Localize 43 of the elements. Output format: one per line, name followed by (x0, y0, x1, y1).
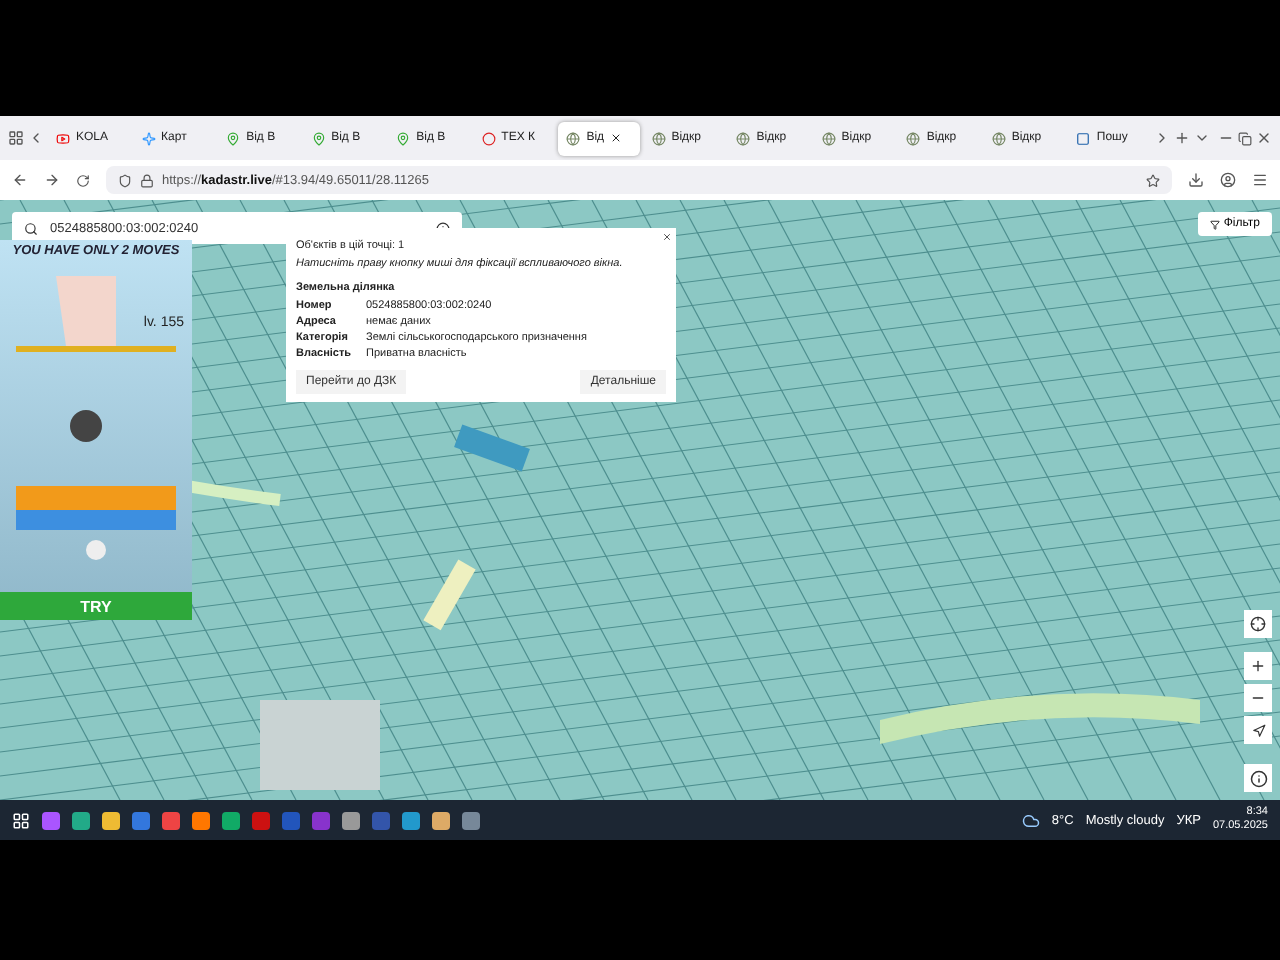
shield-icon (118, 173, 132, 187)
globe-icon (651, 131, 666, 145)
search-icon (24, 221, 38, 235)
lock-icon (140, 173, 154, 187)
globe-icon (821, 131, 836, 145)
close-icon[interactable] (1255, 130, 1272, 146)
village-area (260, 700, 380, 790)
map-pin-icon (226, 131, 241, 145)
info-button[interactable] (1244, 764, 1272, 792)
star-icon[interactable] (1146, 173, 1160, 187)
filter-icon (1209, 219, 1220, 229)
reload-icon[interactable] (76, 173, 90, 187)
download-icon[interactable] (1188, 172, 1204, 188)
info-icon (1249, 769, 1267, 787)
cloud-icon (1021, 811, 1040, 829)
sparkle-icon (141, 131, 156, 145)
square-icon (1076, 131, 1091, 145)
zoom-out-button[interactable] (1244, 684, 1272, 712)
crosshair-icon (1250, 616, 1266, 632)
back-icon[interactable] (12, 172, 28, 188)
account-icon[interactable] (1220, 172, 1236, 188)
compass-icon (1251, 723, 1265, 737)
compass-button[interactable] (1244, 716, 1272, 744)
ring-icon (481, 131, 496, 145)
globe-icon (906, 131, 921, 145)
restore-icon[interactable] (1237, 131, 1252, 145)
map-pin-icon (311, 131, 326, 145)
tab-list-icon[interactable] (8, 130, 24, 146)
chevron-left-icon[interactable] (28, 130, 44, 146)
close-icon[interactable] (610, 132, 623, 144)
forward-icon[interactable] (44, 172, 60, 188)
menu-icon[interactable] (1252, 172, 1268, 188)
zoom-in-button[interactable] (1244, 652, 1272, 680)
globe-icon (736, 131, 751, 145)
chevron-down-icon[interactable] (1193, 130, 1210, 146)
globe-icon (566, 131, 581, 145)
globe-icon (991, 131, 1006, 145)
plus-icon[interactable] (1173, 130, 1190, 146)
plus-icon (1250, 658, 1266, 674)
locate-button[interactable] (1244, 610, 1272, 638)
video-icon (56, 131, 70, 145)
map-pin-icon (396, 131, 411, 145)
start-icon[interactable] (12, 811, 30, 829)
